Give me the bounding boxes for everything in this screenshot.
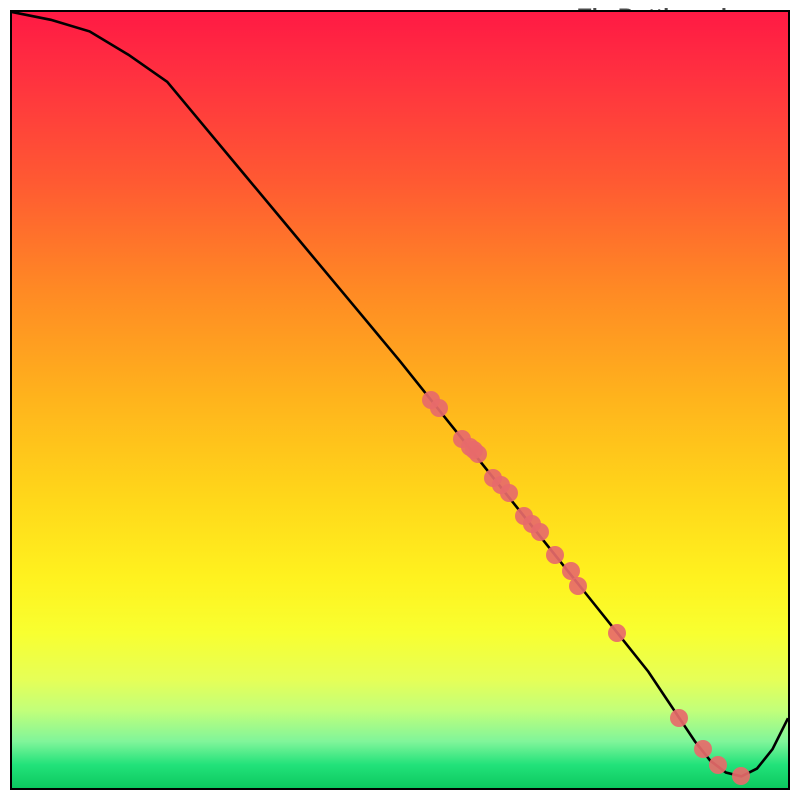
sample-point bbox=[469, 445, 487, 463]
sample-point bbox=[546, 546, 564, 564]
sample-point bbox=[430, 399, 448, 417]
marker-layer bbox=[12, 12, 788, 788]
sample-point bbox=[732, 767, 750, 785]
sample-point bbox=[670, 709, 688, 727]
sample-point bbox=[709, 756, 727, 774]
sample-point bbox=[569, 577, 587, 595]
sample-point bbox=[694, 740, 712, 758]
sample-point bbox=[500, 484, 518, 502]
sample-point bbox=[608, 624, 626, 642]
chart-stage: TheBottleneck.com bbox=[0, 0, 800, 800]
sample-point bbox=[531, 523, 549, 541]
plot-area bbox=[10, 10, 790, 790]
